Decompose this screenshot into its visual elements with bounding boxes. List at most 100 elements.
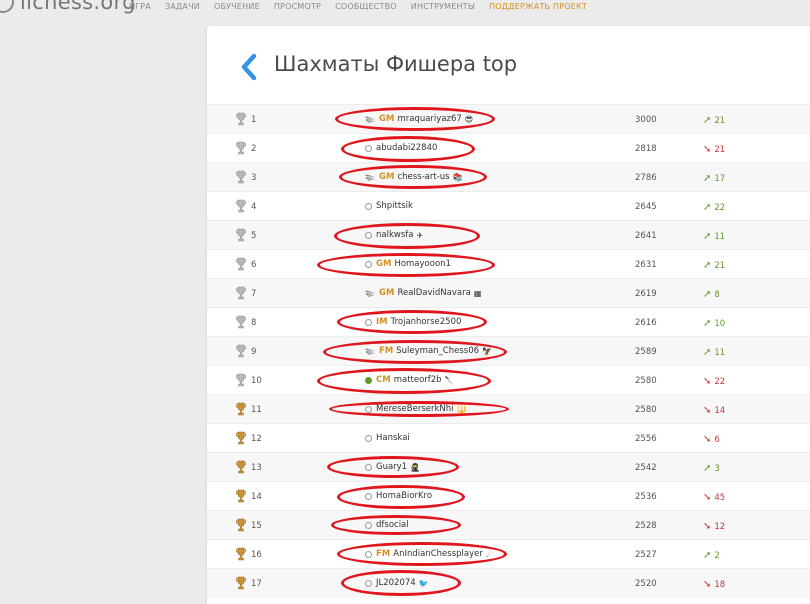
trophy-icon (236, 547, 246, 561)
player-cell: MereseBerserkNhi 🔱 (327, 394, 747, 424)
progress-value: 21 (714, 144, 726, 155)
table-row[interactable]: 2 abudabi22840 2818 ➘ 21 (207, 133, 810, 163)
rating-progress: ➘ 21 (703, 144, 725, 155)
table-row[interactable]: 14 HomaBiorKro 2536 ➘ 45 (207, 481, 810, 511)
player-link[interactable]: GM Homayooon1 (365, 259, 451, 269)
player-link[interactable]: CM matteorf2b 🔪 (365, 375, 455, 385)
rating-value: 2589 (635, 347, 657, 357)
rank-cell: 14 (207, 481, 327, 511)
trophy-icon (236, 402, 246, 416)
patron-wings-icon (365, 348, 375, 355)
table-row[interactable]: 10 CM matteorf2b 🔪 2580 ➘ 22 (207, 365, 810, 395)
nav-item-1[interactable]: ИГРА (129, 2, 151, 11)
player-link[interactable]: Hanskai (365, 433, 410, 443)
rank-number: 13 (251, 463, 262, 473)
player-link[interactable]: GM RealDavidNavara ▦ (365, 288, 481, 298)
table-row[interactable]: 6 GM Homayooon1 2631 ➚ 21 (207, 249, 810, 279)
nav-item-6[interactable]: ИНСТРУМЕНТЫ (411, 2, 475, 11)
rating-progress: ➘ 6 (703, 434, 720, 445)
table-row[interactable]: 17 JL202074 🐦 2520 ➘ 18 (207, 568, 810, 598)
rank-number: 4 (251, 202, 257, 212)
player-link[interactable]: GM mraquariyaz67 😎 (365, 114, 473, 124)
player-name: Trojanhorse2500 (390, 317, 462, 327)
player-title: GM (376, 259, 392, 269)
player-title: CM (376, 375, 391, 385)
offline-status-icon (365, 144, 372, 152)
top-navigation-bar: lichess.org ИГРА ЗАДАЧИ ОБУЧЕНИЕ ПРОСМОТР СО… (0, 0, 810, 16)
trophy-icon (236, 141, 246, 155)
table-row[interactable]: 7 GM RealDavidNavara ▦ 2619 ➚ 8 (207, 278, 810, 308)
rating-cell: 2616 ➚ 10 (635, 307, 810, 337)
rank-number: 14 (251, 492, 262, 502)
player-name: mraquariyaz67 (397, 114, 462, 124)
table-row[interactable]: 15 dfsocial 2528 ➘ 12 (207, 510, 810, 540)
player-link[interactable]: GM chess-art-us 📚 (365, 172, 463, 182)
site-logo[interactable]: lichess.org (0, 0, 136, 14)
table-row[interactable]: 9 FM Suleyman_Chess06 🦅 2589 ➚ 11 (207, 336, 810, 366)
rating-cell: 2536 ➘ 45 (635, 481, 810, 511)
table-row[interactable]: 4 Shpittsik 2645 ➚ 22 (207, 191, 810, 221)
player-title: GM (379, 172, 395, 182)
rating-up-arrow-icon: ➚ (703, 463, 712, 474)
player-link[interactable]: IM Trojanhorse2500 (365, 317, 461, 327)
rating-progress: ➘ 12 (703, 521, 725, 532)
rating-value: 2580 (635, 376, 657, 386)
player-cell: IM Trojanhorse2500 (327, 307, 747, 337)
player-link[interactable]: nalkwsfa ✈ (365, 230, 423, 240)
progress-value: 11 (714, 231, 726, 242)
table-row[interactable]: 3 GM chess-art-us 📚 2786 ➚ 17 (207, 162, 810, 192)
rating-value: 2786 (635, 173, 657, 183)
nav-item-3[interactable]: ОБУЧЕНИЕ (214, 2, 260, 11)
nav-item-7[interactable]: ПОДДЕРЖАТЬ ПРОЕКТ (489, 2, 587, 11)
rank-number: 7 (251, 289, 257, 299)
rank-cell: 10 (207, 365, 327, 395)
player-link[interactable]: Guary1 🥷 (365, 462, 420, 472)
offline-status-icon (365, 579, 372, 587)
rating-value: 2536 (635, 492, 657, 502)
player-cell: GM mraquariyaz67 😎 (327, 104, 747, 134)
rating-up-arrow-icon: ➚ (703, 318, 712, 329)
trophy-icon (236, 373, 246, 387)
nav-item-5[interactable]: СООБЩЕСТВО (335, 2, 397, 11)
player-link[interactable]: JL202074 🐦 (365, 578, 429, 588)
rank-number: 9 (251, 347, 257, 357)
nav-item-2[interactable]: ЗАДАЧИ (165, 2, 200, 11)
offline-status-icon (365, 202, 372, 210)
table-row[interactable]: 1 GM mraquariyaz67 😎 3000 ➚ 21 (207, 104, 810, 134)
progress-value: 11 (714, 347, 726, 358)
player-name: AnIndianChessplayer (393, 549, 483, 559)
rank-cell: 9 (207, 336, 327, 366)
leaderboard-panel: Шахматы Фишера top 1 GM mraquariyaz67 😎 30… (207, 26, 810, 604)
rating-progress: ➚ 17 (703, 173, 725, 184)
rating-value: 2520 (635, 579, 657, 589)
player-link[interactable]: HomaBiorKro (365, 491, 432, 501)
rank-cell: 7 (207, 278, 327, 308)
player-link[interactable]: abudabi22840 (365, 143, 437, 153)
patron-wings-icon (365, 116, 375, 123)
player-name: Shpittsik (376, 201, 413, 211)
rating-down-arrow-icon: ➘ (703, 579, 712, 590)
player-link[interactable]: MereseBerserkNhi 🔱 (365, 404, 466, 414)
table-row[interactable]: 11 MereseBerserkNhi 🔱 2580 ➘ 14 (207, 394, 810, 424)
rank-number: 15 (251, 521, 262, 531)
table-row[interactable]: 12 Hanskai 2556 ➘ 6 (207, 423, 810, 453)
table-row[interactable]: 16 FM AnIndianChessplayer ☄ 2527 ➚ 2 (207, 539, 810, 569)
player-link[interactable]: FM Suleyman_Chess06 🦅 (365, 346, 492, 356)
table-row[interactable]: 8 IM Trojanhorse2500 2616 ➚ 10 (207, 307, 810, 337)
player-link[interactable]: FM AnIndianChessplayer ☄ (365, 549, 493, 559)
lichess-logo-icon (0, 0, 14, 13)
rating-value: 2527 (635, 550, 657, 560)
rank-number: 17 (251, 579, 262, 589)
player-link[interactable]: Shpittsik (365, 201, 413, 211)
nav-item-4[interactable]: ПРОСМОТР (274, 2, 321, 11)
back-arrow-icon[interactable] (237, 52, 261, 82)
rating-cell: 2589 ➚ 11 (635, 336, 810, 366)
progress-value: 22 (714, 376, 726, 387)
table-row[interactable]: 5 nalkwsfa ✈ 2641 ➚ 11 (207, 220, 810, 250)
rating-progress: ➘ 22 (703, 376, 725, 387)
player-link[interactable]: dfsocial (365, 520, 409, 530)
rank-cell: 11 (207, 394, 327, 424)
offline-status-icon (365, 405, 372, 413)
player-cell: dfsocial (327, 510, 747, 540)
table-row[interactable]: 13 Guary1 🥷 2542 ➚ 3 (207, 452, 810, 482)
